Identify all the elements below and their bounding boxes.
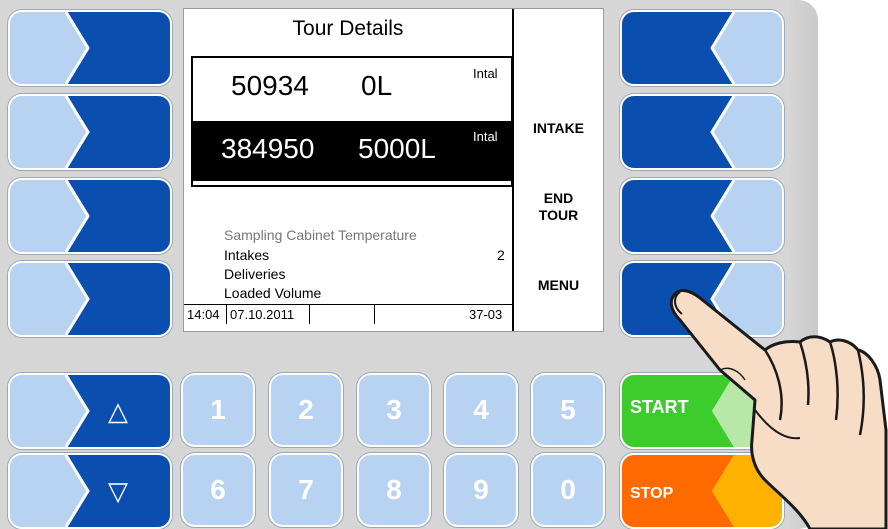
tour-type: Intal [473,66,498,81]
pointing-hand-icon [669,289,888,529]
menu-intake[interactable]: INTAKE [514,120,603,137]
right-softkey-2-intake[interactable] [620,94,784,170]
screen-title: Tour Details [292,17,404,40]
number-key-1[interactable]: 1 [181,373,255,447]
status-time: 14:04 [187,307,220,322]
display-screen: Tour Details 50934 0L Intal 384950 5000L… [183,8,604,332]
status-code: 37-03 [469,307,503,322]
tour-row[interactable]: 50934 0L Intal [193,58,511,118]
number-key-5[interactable]: 5 [531,373,605,447]
tour-row-selected[interactable]: 384950 5000L Intal [193,121,511,181]
menu-end-tour-line2[interactable]: TOUR [514,207,603,224]
menu-end-tour-line1[interactable]: END [514,190,603,207]
down-key[interactable]: ▽ [8,453,172,529]
left-softkey-3[interactable] [8,178,172,254]
tour-volume: 0L [361,70,393,101]
left-softkey-4[interactable] [8,261,172,337]
status-separator [374,305,375,324]
deliveries-label: Deliveries [224,266,286,282]
up-key[interactable]: △ [8,373,172,449]
status-date: 07.10.2011 [230,307,295,322]
left-softkey-2[interactable] [8,94,172,170]
number-key-7[interactable]: 7 [269,453,343,527]
number-key-4[interactable]: 4 [444,373,518,447]
right-softkey-1[interactable] [620,10,784,86]
status-separator [226,305,227,324]
tour-type: Intal [473,129,498,144]
left-softkey-1[interactable] [8,10,172,86]
intakes-label: Intakes [224,247,270,263]
status-bar: 14:04 07.10.2011 37-03 [184,304,512,324]
number-key-9[interactable]: 9 [444,453,518,527]
menu-menu[interactable]: MENU [514,277,603,294]
tour-number: 384950 [221,133,315,164]
right-softkey-3-end-tour[interactable] [620,178,784,254]
intakes-value: 2 [497,247,505,263]
up-arrow-icon: △ [108,395,128,426]
sampling-temperature-label: Sampling Cabinet Temperature [224,227,417,243]
number-key-2[interactable]: 2 [269,373,343,447]
tour-volume: 5000L [358,133,436,164]
number-key-0[interactable]: 0 [531,453,605,527]
loaded-volume-label: Loaded Volume [224,285,322,301]
number-key-8[interactable]: 8 [357,453,431,527]
down-arrow-icon: ▽ [108,475,128,506]
status-separator [309,305,310,324]
number-key-6[interactable]: 6 [181,453,255,527]
tour-list: 50934 0L Intal 384950 5000L Intal [191,56,513,187]
tour-number: 50934 [231,70,309,101]
number-key-3[interactable]: 3 [357,373,431,447]
